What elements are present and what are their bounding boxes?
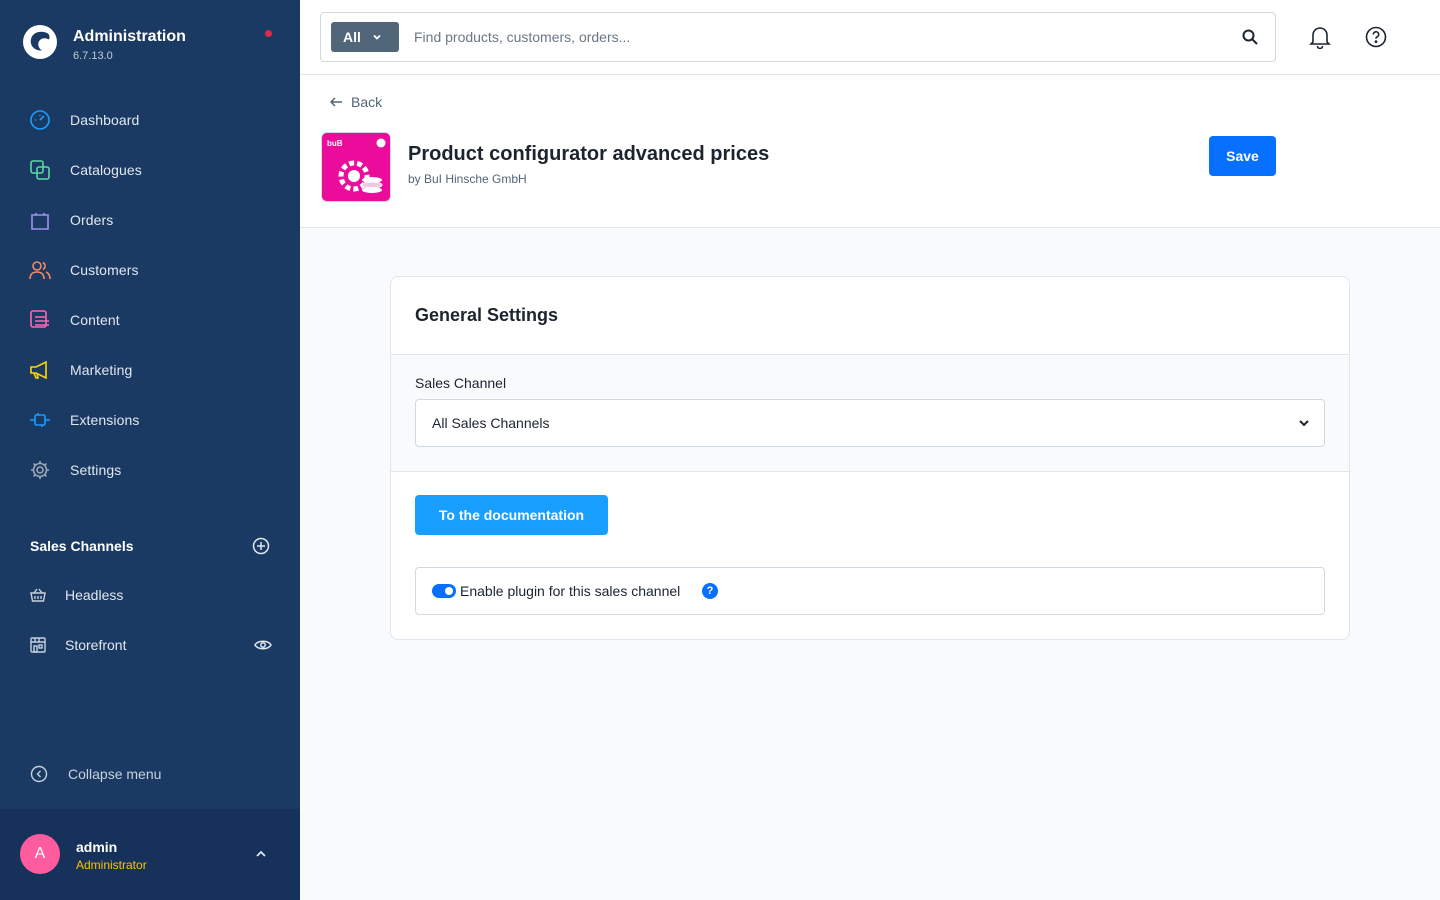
sidebar-item-marketing[interactable]: Marketing <box>0 345 300 395</box>
user-menu[interactable]: A admin Administrator <box>0 809 300 900</box>
catalogues-icon <box>29 159 51 181</box>
save-button[interactable]: Save <box>1209 136 1276 176</box>
basket-icon <box>30 588 46 602</box>
sales-channel-headless[interactable]: Headless <box>29 575 274 615</box>
enable-plugin-toggle[interactable] <box>432 584 456 598</box>
content-icon <box>29 309 51 331</box>
sidebar-item-label: Settings <box>70 462 122 478</box>
avatar: A <box>20 834 60 874</box>
sidebar-item-label: Marketing <box>70 362 133 378</box>
collapse-menu-button[interactable]: Collapse menu <box>30 765 161 783</box>
sidebar-item-label: Extensions <box>70 412 140 428</box>
sales-channel-select-value: All Sales Channels <box>432 415 550 431</box>
search-type-dropdown[interactable]: All <box>331 22 399 52</box>
plugin-icon: buB <box>321 132 391 202</box>
sidebar-item-label: Customers <box>70 262 139 278</box>
page-title: Product configurator advanced prices <box>408 143 770 165</box>
card-title: General Settings <box>415 305 559 325</box>
search-type-label: All <box>343 29 361 45</box>
brand[interactable]: Administration 6.7.13.0 <box>22 24 186 62</box>
extensions-icon <box>29 409 51 431</box>
search-input[interactable] <box>414 25 1214 49</box>
sidebar: Administration 6.7.13.0 Dashboard Catalo… <box>0 0 300 900</box>
help-icon[interactable] <box>1365 26 1387 48</box>
collapse-menu-label: Collapse menu <box>68 766 162 782</box>
add-sales-channel-icon[interactable] <box>252 537 270 555</box>
sales-channel-label: Sales Channel <box>415 375 507 391</box>
documentation-button[interactable]: To the documentation <box>415 495 608 535</box>
plugin-logo-image: buB <box>322 133 390 201</box>
eye-icon[interactable] <box>254 638 272 652</box>
plugin-author: by BuI Hinsche GmbH <box>408 172 527 186</box>
marketing-icon <box>29 359 51 381</box>
sidebar-item-settings[interactable]: Settings <box>0 445 300 495</box>
back-link[interactable]: Back <box>329 94 382 110</box>
plugin-icon-text: buB <box>327 139 343 148</box>
bell-icon[interactable] <box>1309 25 1331 49</box>
search-icon[interactable] <box>1241 28 1259 46</box>
sales-channel-storefront[interactable]: Storefront <box>29 625 274 665</box>
sales-channel-select[interactable]: All Sales Channels <box>415 399 1325 447</box>
sales-channels-title: Sales Channels <box>30 538 134 554</box>
page-header: Back buB Product configurator advanced p… <box>300 75 1440 228</box>
sidebar-item-dashboard[interactable]: Dashboard <box>0 95 300 145</box>
app-title: Administration <box>73 28 186 45</box>
dashboard-icon <box>29 109 51 131</box>
user-role: Administrator <box>76 858 147 872</box>
sidebar-item-label: Dashboard <box>70 112 140 128</box>
storefront-icon <box>30 637 46 653</box>
chevron-left-circle-icon <box>30 765 48 783</box>
global-search: All <box>320 12 1276 62</box>
chevron-down-icon <box>1299 420 1309 427</box>
general-settings-card: General Settings Sales Channel All Sales… <box>390 276 1350 640</box>
sales-channel-label: Storefront <box>65 637 127 653</box>
sales-channel-label: Headless <box>65 587 124 603</box>
settings-icon <box>29 459 51 481</box>
back-label: Back <box>351 94 383 110</box>
sidebar-item-label: Orders <box>70 212 114 228</box>
orders-icon <box>29 209 51 231</box>
sidebar-item-label: Catalogues <box>70 162 142 178</box>
sales-channels-header: Sales Channels <box>30 537 270 555</box>
app-version: 6.7.13.0 <box>73 50 113 62</box>
notification-dot <box>265 30 272 37</box>
sidebar-item-label: Content <box>70 312 120 328</box>
divider <box>391 471 1349 472</box>
toggle-knob <box>445 587 453 595</box>
shopware-logo-icon <box>23 25 57 59</box>
customers-icon <box>29 259 51 281</box>
sidebar-item-orders[interactable]: Orders <box>0 195 300 245</box>
chevron-up-icon[interactable] <box>254 849 268 859</box>
enable-plugin-field: Enable plugin for this sales channel ? <box>415 567 1325 615</box>
sales-channel-section: Sales Channel All Sales Channels <box>391 355 1349 471</box>
help-tooltip-icon[interactable]: ? <box>702 583 718 599</box>
user-name: admin <box>76 839 118 855</box>
sidebar-item-customers[interactable]: Customers <box>0 245 300 295</box>
main-navigation: Dashboard Catalogues Orders Customers Co… <box>0 95 300 495</box>
enable-plugin-label: Enable plugin for this sales channel <box>460 583 681 599</box>
top-bar: All <box>300 0 1440 75</box>
chevron-down-icon <box>373 34 381 40</box>
arrow-left-icon <box>329 97 342 107</box>
sidebar-item-content[interactable]: Content <box>0 295 300 345</box>
sidebar-item-catalogues[interactable]: Catalogues <box>0 145 300 195</box>
sidebar-item-extensions[interactable]: Extensions <box>0 395 300 445</box>
